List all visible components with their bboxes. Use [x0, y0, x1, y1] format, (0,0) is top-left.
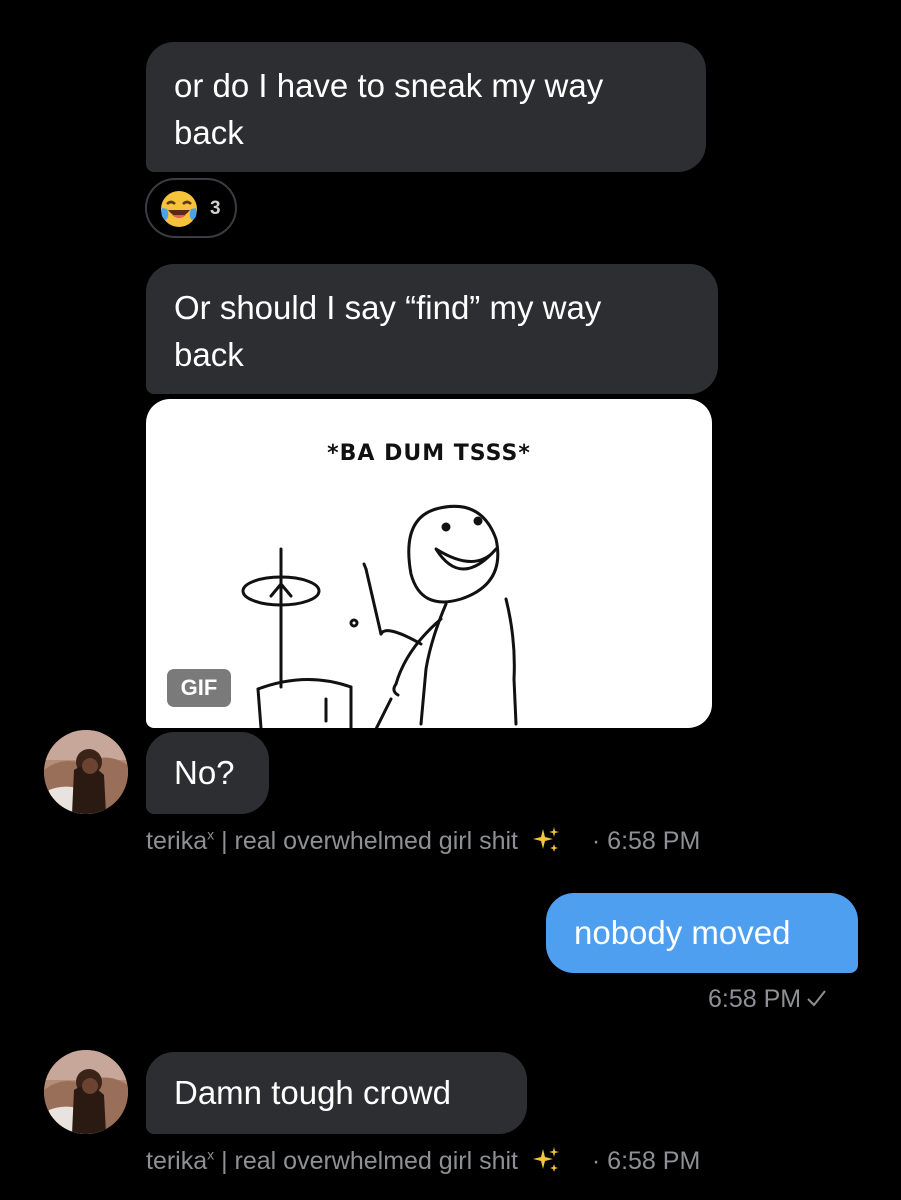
reaction-count: 3 [210, 198, 221, 219]
sparkles-icon [532, 1147, 559, 1172]
avatar[interactable] [44, 730, 128, 814]
message-bubble[interactable]: or do I have to sneak my way back [146, 42, 706, 172]
message-text-line: back [174, 114, 244, 151]
message-text: Damn tough crowd [174, 1074, 451, 1111]
message-time: · 6:58 PM [591, 827, 701, 855]
sparkles-icon [532, 827, 559, 852]
sent-status: 6:58 PM [708, 985, 827, 1014]
message-bubble-outgoing[interactable]: nobody moved [546, 893, 858, 973]
message-text: nobody moved [574, 914, 791, 951]
checkmark-icon [807, 990, 826, 1007]
message-bubble[interactable]: Damn tough crowd [146, 1052, 527, 1134]
message-text: No? [174, 754, 235, 791]
avatar-photo [44, 1050, 128, 1134]
sender-name[interactable]: terika [146, 827, 207, 855]
sender-superscript: x [207, 826, 215, 843]
sender-status: | real overwhelmed girl shit [221, 1147, 518, 1175]
face-with-tears-of-joy-icon [161, 191, 197, 227]
message-text-line: Or should I say “find” my way [174, 289, 602, 326]
sender-status: | real overwhelmed girl shit [221, 827, 518, 855]
gif-message[interactable]: *BA DUM TSSS* GIF [146, 399, 712, 728]
message-bubble[interactable]: Or should I say “find” my way back [146, 264, 718, 394]
message-meta: terikax | real overwhelmed girl shit · 6… [146, 1145, 700, 1176]
message-time: · 6:58 PM [591, 1147, 701, 1175]
gif-badge: GIF [167, 669, 231, 707]
message-text-line: back [174, 336, 244, 373]
message-meta: terikax | real overwhelmed girl shit · 6… [146, 825, 700, 856]
sent-time: 6:58 PM [708, 985, 802, 1013]
reaction-chip[interactable]: 3 [145, 178, 237, 238]
sender-superscript: x [207, 1146, 215, 1163]
avatar-photo [44, 730, 128, 814]
avatar[interactable] [44, 1050, 128, 1134]
sender-name[interactable]: terika [146, 1147, 207, 1175]
message-text-line: or do I have to sneak my way [174, 67, 604, 104]
message-bubble[interactable]: No? [146, 732, 269, 814]
